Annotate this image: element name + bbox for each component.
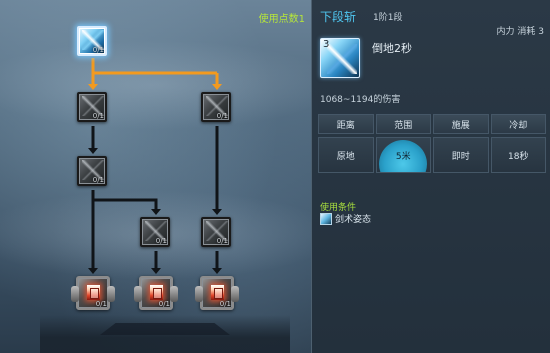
skill-icon-large: 3 [320, 38, 360, 78]
skill-node-count: 0/1 [216, 237, 228, 245]
stat-value-cast: 即时 [433, 137, 489, 173]
skill-node-l1[interactable]: 0/1 [77, 92, 107, 122]
stat-value-cooldown: 18秒 [490, 137, 546, 173]
arrow-head [212, 268, 222, 274]
skill-damage: 1068~1194的伤害 [320, 95, 401, 105]
arrow-head [88, 148, 98, 154]
stat-header-distance: 距离 [318, 114, 374, 134]
skill-node-l2[interactable]: 0/1 [77, 156, 107, 186]
locked-ultimate-icon [211, 285, 224, 300]
locked-path-connector [91, 126, 219, 270]
stat-value-distance: 原地 [318, 137, 374, 173]
skill-effect: 倒地2秒 [372, 42, 412, 55]
stat-header-cast: 施展 [433, 114, 489, 134]
skill-node-count: 0/1 [92, 112, 104, 120]
arrow-head [151, 209, 161, 215]
sword-slash-icon [327, 44, 357, 74]
skill-node-count: 0/1 [216, 112, 228, 120]
skill-node-r1[interactable]: 0/1 [201, 92, 231, 122]
arrow-head [151, 268, 161, 274]
skill-node-m3[interactable]: 0/1 [140, 217, 170, 247]
stat-header-cooldown: 冷却 [490, 114, 546, 134]
selected-path-connector [91, 58, 219, 86]
skill-cost: 内力 消耗 3 [496, 27, 544, 37]
condition-item: 剑术姿态 [320, 212, 371, 225]
stat-value-range: 5米 [375, 137, 431, 173]
skill-node-count: 0/1 [95, 300, 107, 308]
locked-ultimate-icon [87, 285, 100, 300]
skill-tree-panel: 使用点数1 0/1 0/1 0/1 0/1 0/1 0/1 0/1 0/1 0/… [0, 0, 311, 353]
connector-l2-m3 [93, 198, 158, 211]
arrow-head [88, 268, 98, 274]
skill-detail-panel: 下段斩 1阶1段 内力 消耗 3 3 倒地2秒 1068~1194的伤害 距离 … [311, 0, 550, 353]
skill-node-count: 0/1 [92, 176, 104, 184]
condition-text: 剑术姿态 [335, 215, 372, 225]
ultimate-node-3[interactable]: 0/1 [195, 276, 239, 310]
arrow-head [88, 84, 98, 90]
skill-node-count: 0/1 [155, 237, 167, 245]
stat-header-range: 范围 [375, 114, 431, 134]
arrow-head [212, 84, 222, 90]
skill-name: 下段斩 [320, 10, 357, 24]
sword-stance-icon [320, 212, 332, 225]
locked-ultimate-icon [150, 285, 163, 300]
skill-node-r3[interactable]: 0/1 [201, 217, 231, 247]
skill-rank: 3 [323, 39, 330, 50]
stat-value-range-text: 5米 [395, 151, 411, 162]
skill-node-count: 0/1 [219, 300, 231, 308]
ultimate-node-1[interactable]: 0/1 [71, 276, 115, 310]
skill-level: 1阶1段 [373, 13, 403, 23]
skill-node-count: 0/1 [158, 300, 170, 308]
skill-node-count: 0/1 [92, 46, 104, 54]
skill-stats-grid: 距离 范围 施展 冷却 原地 5米 即时 18秒 [318, 114, 546, 173]
ultimate-node-2[interactable]: 0/1 [134, 276, 178, 310]
arrow-head [212, 209, 222, 215]
skill-node-root[interactable]: 0/1 [77, 26, 107, 56]
